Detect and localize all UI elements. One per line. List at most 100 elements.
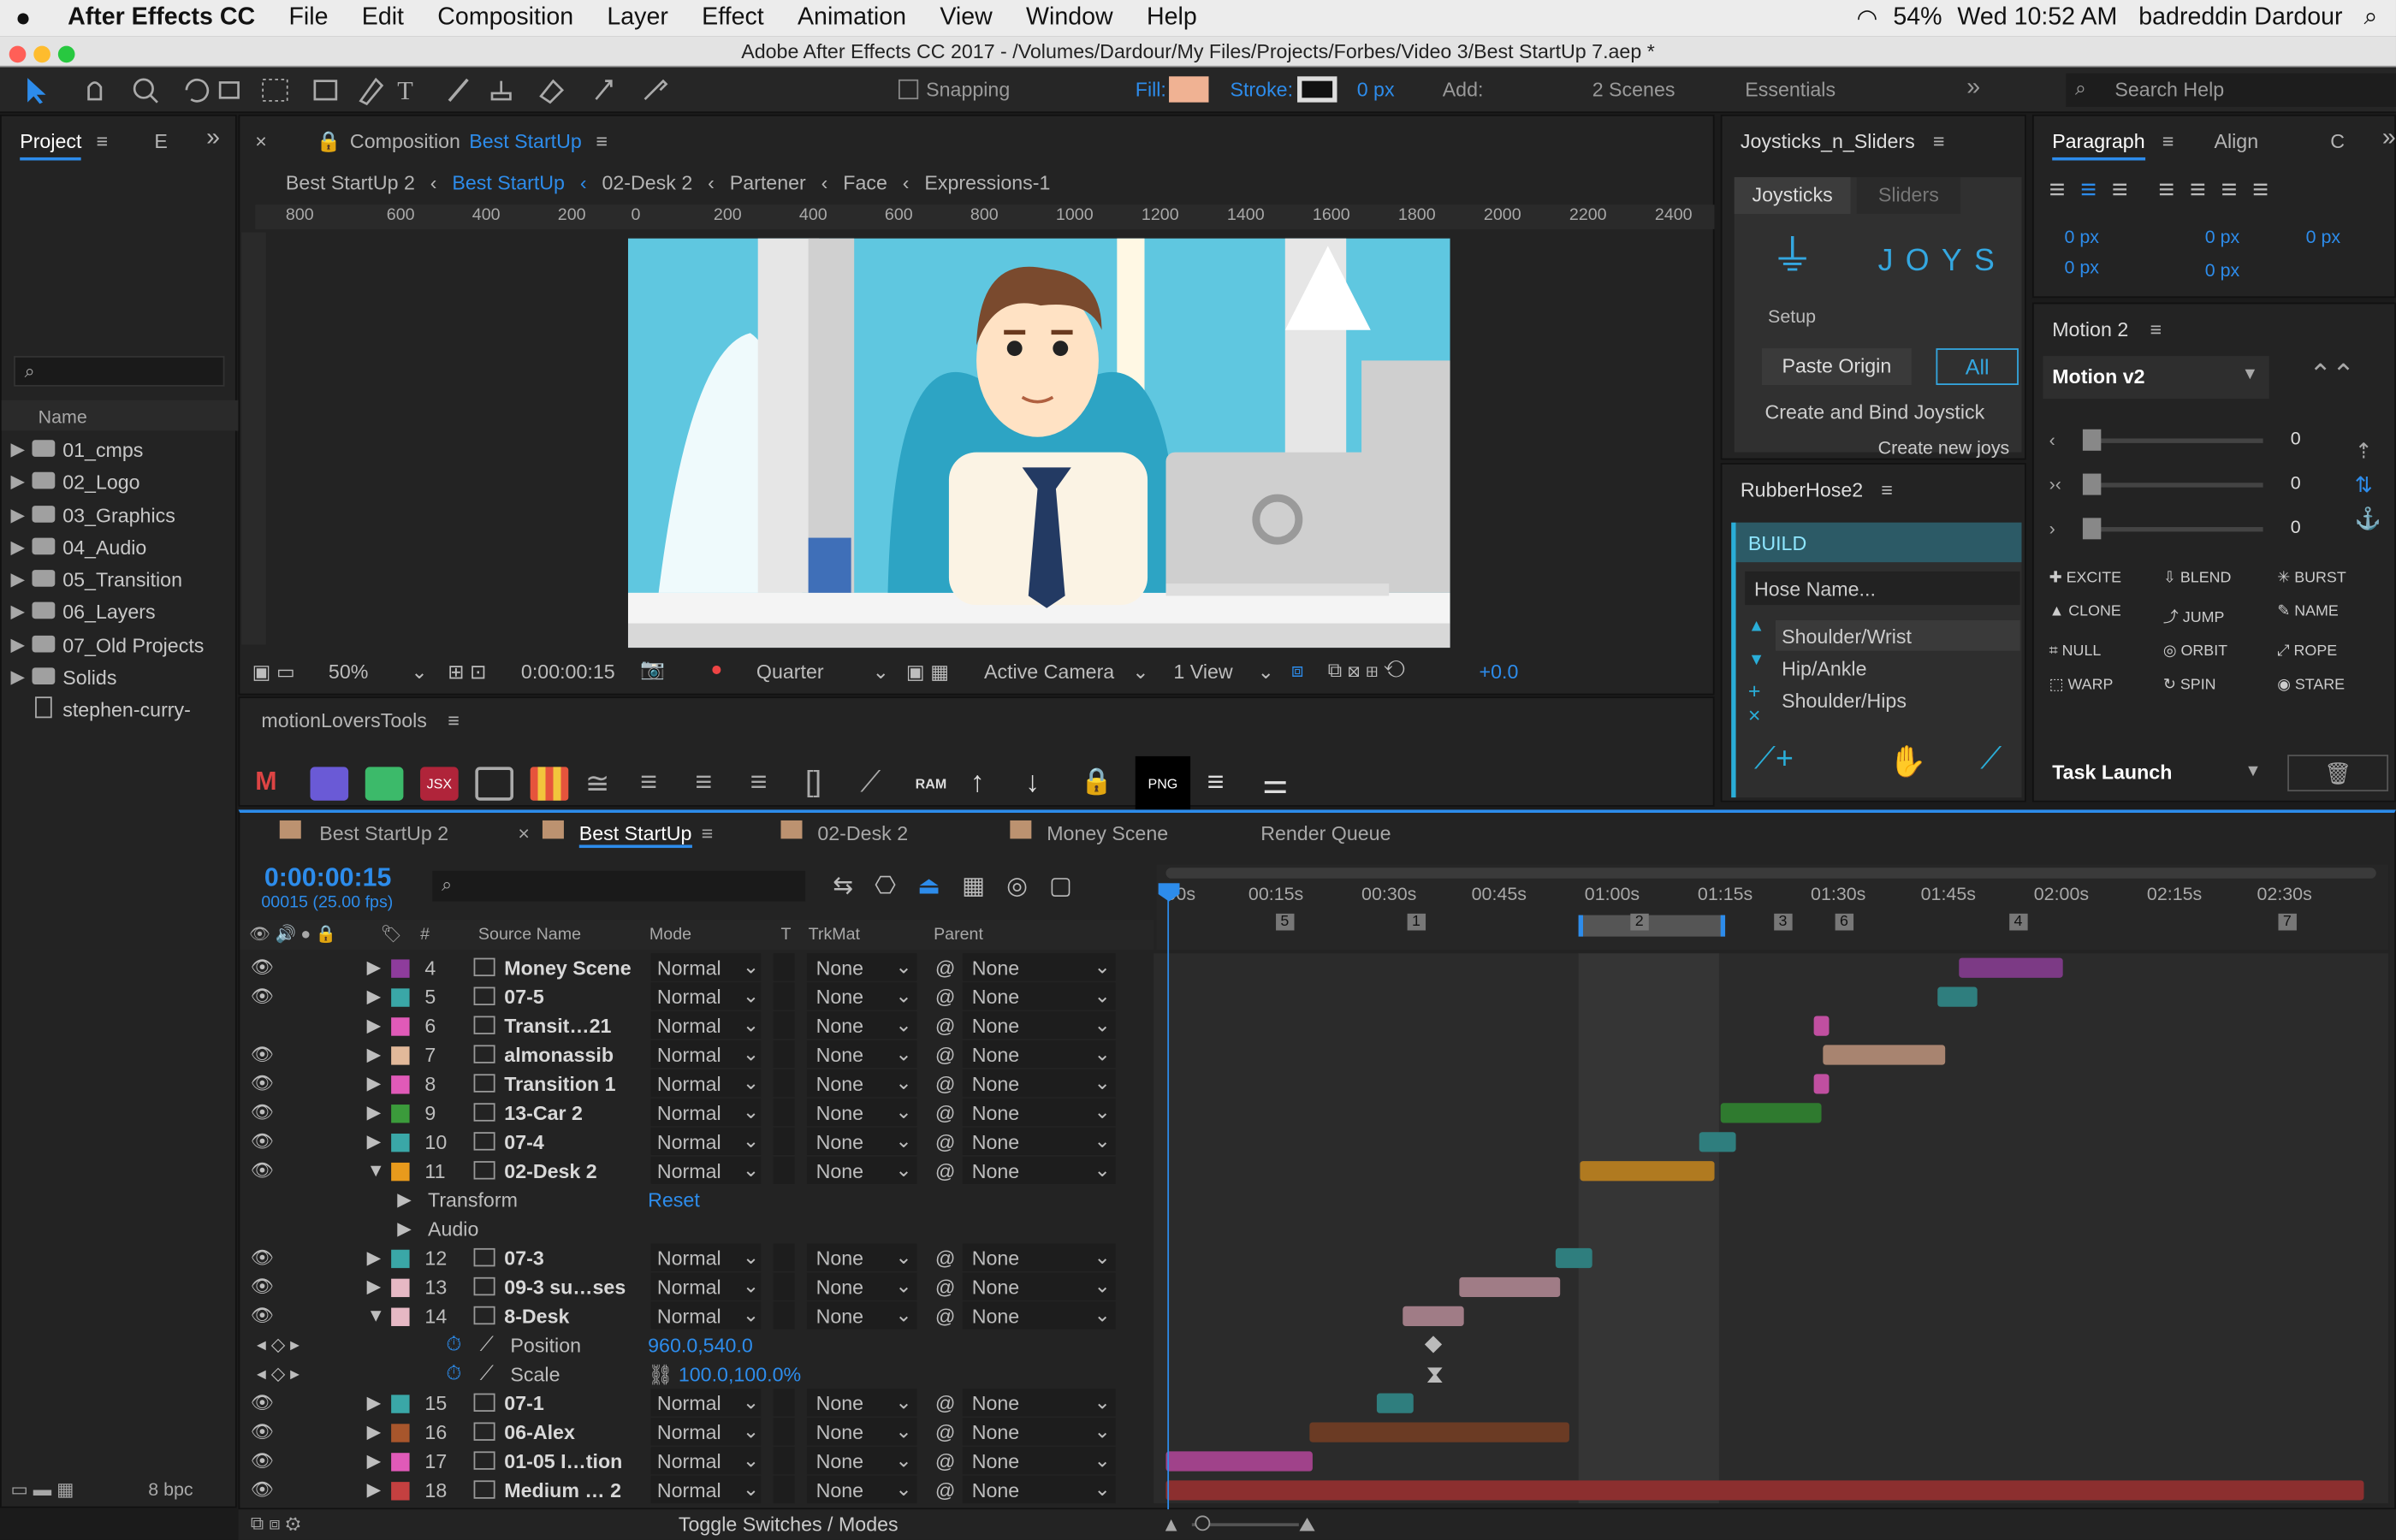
parent-select[interactable]: None ⌄ xyxy=(962,1040,1116,1069)
av-icons[interactable]: 👁 🔊 ● 🔒 xyxy=(249,924,336,944)
trkmat-select[interactable]: None ⌄ xyxy=(806,1127,917,1155)
search-help-field[interactable]: ⌕ Search Help xyxy=(2066,73,2396,107)
menu-animation[interactable]: Animation xyxy=(798,4,906,32)
app-menu[interactable]: After Effects CC xyxy=(68,4,255,32)
list-item[interactable]: ▶ 04_Audio xyxy=(2,531,239,564)
tab-render-queue[interactable]: Render Queue xyxy=(1260,822,1391,845)
label-color[interactable] xyxy=(391,1307,410,1326)
pickwhip-icon[interactable]: @ xyxy=(935,957,956,980)
layer-duration-bar[interactable] xyxy=(1555,1247,1592,1269)
scene-range[interactable] xyxy=(1578,915,1726,937)
all-button[interactable]: All xyxy=(1936,348,2019,385)
eye-icon[interactable]: 👁 xyxy=(251,986,274,1007)
comp-marker[interactable]: 4 xyxy=(2009,913,2027,931)
trkmat-select[interactable]: None ⌄ xyxy=(806,982,917,1010)
close-icon[interactable]: × xyxy=(255,130,267,153)
arrow-up-icon[interactable]: ▲ xyxy=(1748,617,1764,635)
column-trkmat[interactable]: TrkMat xyxy=(809,926,860,944)
battery-pct[interactable]: 54% xyxy=(1893,4,1942,32)
table-row[interactable]: 👁 ▼ 14 8-Desk Normal ⌄ None ⌄ @ None ⌄ xyxy=(245,1301,2396,1330)
eye-icon[interactable]: 👁 xyxy=(251,1073,274,1094)
scale-value[interactable]: 100.0,100.0% xyxy=(679,1363,801,1386)
null-button[interactable]: ⌗ NULL xyxy=(2049,643,2163,660)
close-icon[interactable]: × xyxy=(518,822,530,845)
list-item[interactable]: ▶ 02_Logo xyxy=(2,466,239,499)
eye-icon[interactable]: 👁 xyxy=(251,1276,274,1297)
layer-name[interactable]: 06-Alex xyxy=(504,1421,575,1444)
comp-marker[interactable]: 6 xyxy=(1835,913,1853,931)
pickwhip-icon[interactable]: @ xyxy=(935,1421,956,1444)
eye-icon[interactable]: 👁 xyxy=(251,1479,274,1501)
preserve-transparency-toggle[interactable] xyxy=(773,1040,795,1069)
stare-button[interactable]: ◉ STARE xyxy=(2277,677,2391,694)
list-item[interactable]: Shoulder/Hips xyxy=(1776,684,2020,715)
comp-marker[interactable]: 1 xyxy=(1407,913,1426,931)
panel-title[interactable]: RubberHose2 xyxy=(1741,478,1863,501)
tab-project[interactable]: Project xyxy=(20,130,82,161)
trkmat-select[interactable]: None ⌄ xyxy=(806,1447,917,1475)
hose-icon[interactable]: ⟋+ xyxy=(1754,743,1794,778)
lock-icon[interactable]: 🔒 xyxy=(1080,767,1118,800)
camera-select[interactable]: Active Camera xyxy=(984,660,1114,683)
layer-name[interactable]: 02-Desk 2 xyxy=(504,1159,596,1182)
stopwatch-icon[interactable]: ⏱ xyxy=(446,1361,461,1386)
add-label[interactable]: Add: xyxy=(1443,78,1484,101)
footer-icons[interactable]: ⧉ ⧈ ⚙ xyxy=(251,1513,300,1536)
parent-select[interactable]: None ⌄ xyxy=(962,1475,1116,1504)
menu-effect[interactable]: Effect xyxy=(702,4,764,32)
hand-icon[interactable]: ✋ xyxy=(1889,743,1926,781)
parent-select[interactable]: None ⌄ xyxy=(962,1389,1116,1417)
arrow-down-icon[interactable]: ↓ xyxy=(1025,767,1064,800)
label-color[interactable] xyxy=(391,988,410,1007)
trkmat-select[interactable]: None ⌄ xyxy=(806,1272,917,1300)
space-before[interactable]: 0 px xyxy=(2064,257,2099,278)
list-item[interactable]: ▶ 05_Transition xyxy=(2,564,239,596)
slider-handle[interactable] xyxy=(2082,429,2102,451)
arrow-up-icon[interactable]: ↑ xyxy=(970,767,1009,800)
label-color[interactable] xyxy=(391,1249,410,1269)
list-item[interactable]: ▶ 06_Layers xyxy=(2,596,239,629)
preserve-transparency-toggle[interactable] xyxy=(773,1011,795,1040)
layer-duration-bar[interactable] xyxy=(1959,957,2063,978)
snapping-checkbox[interactable] xyxy=(898,79,919,100)
menu-help[interactable]: Help xyxy=(1147,4,1197,32)
menu-window[interactable]: Window xyxy=(1026,4,1113,32)
pickwhip-icon[interactable]: @ xyxy=(935,1159,956,1182)
mode-select[interactable]: Normal ⌄ xyxy=(650,1389,762,1417)
preserve-transparency-toggle[interactable] xyxy=(773,1156,795,1184)
preserve-transparency-toggle[interactable] xyxy=(773,1301,795,1330)
distribute-icon[interactable]: [] xyxy=(805,767,844,800)
column-mode[interactable]: Mode xyxy=(649,926,691,944)
panel-menu-icon[interactable]: ≡ xyxy=(2162,130,2174,153)
table-row[interactable]: 👁 ▶ 4 Money Scene Normal ⌄ None ⌄ @ None ⌄ xyxy=(245,953,2396,982)
zoom-in-icon[interactable]: ⛰ xyxy=(1299,1513,1316,1537)
property-row[interactable]: ◂ ◇ ▸ ⏱ ⟋ Scale ⛓ 100.0,100.0% xyxy=(245,1359,2396,1389)
layer-name[interactable]: almonassib xyxy=(504,1044,614,1067)
layer-name[interactable]: Transition 1 xyxy=(504,1073,615,1096)
comp-marker[interactable]: 3 xyxy=(1774,913,1792,931)
breadcrumb-item[interactable]: Best StartUp 2 xyxy=(286,171,415,194)
timeline-icon[interactable]: ⧉ ⊠ ⊞ ⟲ xyxy=(1328,659,1405,684)
expand-icon[interactable]: ▶ xyxy=(367,1101,381,1122)
pickwhip-icon[interactable]: @ xyxy=(935,1044,956,1067)
preserve-transparency-toggle[interactable] xyxy=(773,1418,795,1446)
slider[interactable] xyxy=(2089,483,2263,488)
roi-icon[interactable]: ▣ ▦ xyxy=(906,660,949,684)
layer-duration-bar[interactable] xyxy=(1165,1480,2364,1501)
tool-icons[interactable]: T xyxy=(21,74,694,106)
mode-select[interactable]: Normal ⌄ xyxy=(650,1475,762,1504)
layer-name[interactable]: 8-Desk xyxy=(504,1305,569,1328)
clock[interactable]: Wed 10:52 AM xyxy=(1957,4,2117,32)
png-icon[interactable]: PNG xyxy=(1135,755,1191,812)
slider-handle[interactable] xyxy=(2082,518,2102,540)
label-color[interactable] xyxy=(391,1482,410,1501)
menu-edit[interactable]: Edit xyxy=(362,4,404,32)
pickwhip-icon[interactable]: @ xyxy=(935,1305,956,1328)
mode-select[interactable]: Normal ⌄ xyxy=(650,1040,762,1069)
panel-title[interactable]: motionLoversTools xyxy=(261,709,427,732)
eye-icon[interactable]: 👁 xyxy=(251,1392,274,1413)
expand-icon[interactable]: ▶ xyxy=(367,1130,381,1152)
layer-duration-bar[interactable] xyxy=(1165,1451,1313,1472)
comp-marker[interactable]: 2 xyxy=(1630,913,1648,931)
label-color[interactable] xyxy=(391,1046,410,1065)
